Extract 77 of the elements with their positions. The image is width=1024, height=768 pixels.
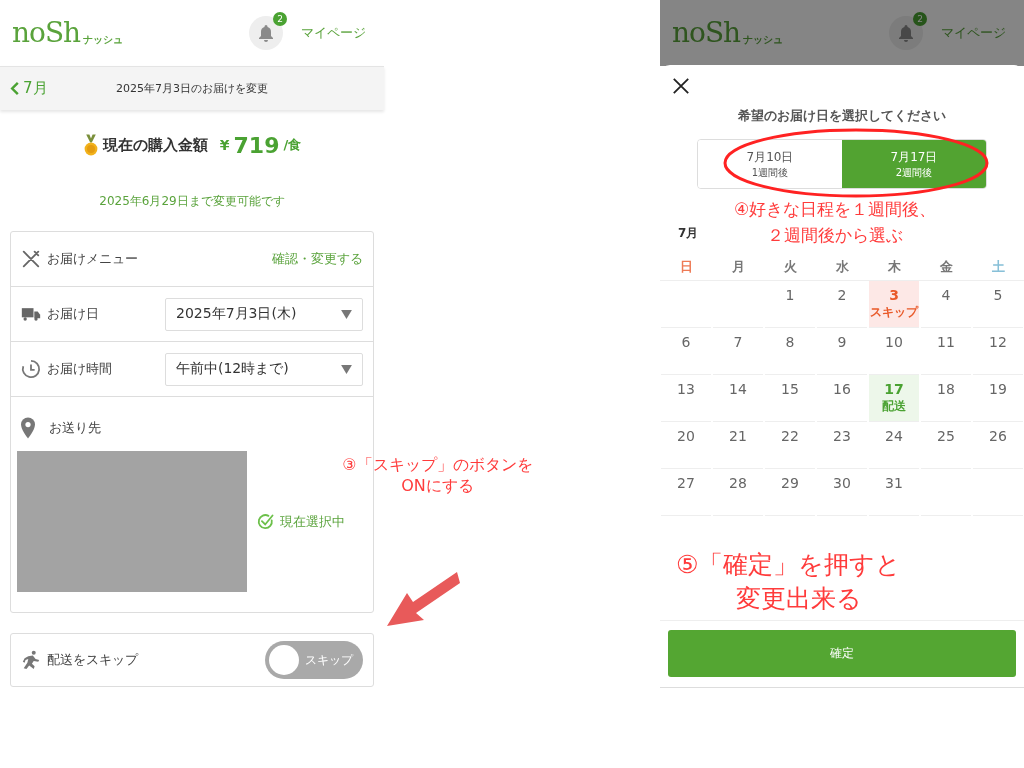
calendar-day[interactable]: 2 [817, 281, 867, 328]
menu-change-link[interactable]: 確認・変更する [272, 250, 363, 268]
dropdown-select[interactable]: 2025年7月3日(木) [165, 297, 363, 331]
notification-badge: 2 [913, 12, 927, 26]
calendar-day[interactable]: 25 [921, 422, 971, 469]
calendar-day[interactable]: 28 [713, 469, 763, 516]
calendar-day[interactable]: 13 [661, 375, 711, 422]
row-label: お届け日 [47, 305, 99, 323]
weekday-label: 金 [920, 258, 972, 281]
calendar-day[interactable]: 22 [765, 422, 815, 469]
calendar-day[interactable]: 27 [661, 469, 711, 516]
calendar-day[interactable]: 11 [921, 328, 971, 375]
mypage-link[interactable]: マイページ [301, 24, 366, 42]
confirm-button[interactable]: 確定 [668, 630, 1016, 677]
medal-icon [82, 133, 99, 157]
bell-icon [896, 23, 916, 43]
location-pin-icon [21, 417, 35, 439]
calendar-day[interactable]: 29 [765, 469, 815, 516]
calendar-day[interactable]: 31 [869, 469, 919, 516]
logo[interactable]: noSh [12, 19, 81, 47]
row-label: お届け時間 [47, 360, 112, 378]
calendar-day[interactable]: 9 [817, 328, 867, 375]
row-label: お送り先 [49, 419, 101, 437]
calendar-day[interactable]: 21 [713, 422, 763, 469]
row-label: 配送をスキップ [47, 651, 138, 669]
calendar-day[interactable]: 20 [661, 422, 711, 469]
calendar-day[interactable]: 16 [817, 375, 867, 422]
calendar-day[interactable]: 26 [973, 422, 1023, 469]
date-option-tab[interactable]: 7月17日 2週間後 [842, 140, 986, 188]
close-icon[interactable] [672, 77, 690, 95]
month-label: 7月 [678, 225, 699, 242]
weekday-label: 土 [972, 258, 1024, 281]
clock-icon [21, 359, 41, 379]
modal-title: 希望のお届け日を選択してください [737, 107, 947, 125]
annotation-text: ⑤「確定」を押すと 変更出来る [676, 549, 902, 615]
selected-status: 現在選択中 [280, 512, 345, 531]
calendar-day[interactable]: 24 [869, 422, 919, 469]
runner-icon [21, 650, 41, 670]
logo-subtitle: ナッシュ [743, 33, 784, 47]
back-link[interactable]: 7月 [10, 79, 48, 98]
weekday-label: 水 [816, 258, 868, 281]
weekday-label: 月 [712, 258, 764, 281]
cutlery-icon [21, 249, 41, 269]
delivery-day[interactable]: 17 配送 [869, 375, 919, 422]
calendar-day[interactable]: 7 [713, 328, 763, 375]
skipped-day[interactable]: 3 スキップ [869, 281, 919, 328]
notification-badge: 2 [273, 12, 287, 26]
annotation-text: ③「スキップ」のボタンを ONにする [341, 455, 534, 497]
calendar-day[interactable]: 8 [765, 328, 815, 375]
bell-icon [256, 23, 276, 43]
dropdown-arrow-icon [341, 309, 352, 319]
page-title: 2025年7月3日のお届けを変更 [116, 81, 268, 96]
price-label: 現在の購入金額 [102, 135, 208, 155]
dropdown-select[interactable]: 午前中(12時まで) [165, 352, 363, 386]
chevron-left-icon [10, 81, 20, 96]
dropdown-arrow-icon [341, 364, 352, 374]
calendar-day[interactable]: 18 [921, 375, 971, 422]
price-amount: 719 [233, 132, 280, 158]
annotation-text: ④好きな日程を１週間後、 ２週間後から選ぶ [732, 198, 938, 248]
row-label: お届けメニュー [47, 250, 138, 268]
currency-symbol: ¥ [219, 137, 230, 153]
weekday-label: 日 [660, 258, 712, 281]
calendar-day[interactable]: 19 [973, 375, 1023, 422]
calendar-day[interactable]: 4 [921, 281, 971, 328]
calendar-day[interactable]: 1 [765, 281, 815, 328]
weekday-label: 火 [764, 258, 816, 281]
calendar-day[interactable]: 6 [661, 328, 711, 375]
deadline-text: 2025年6月29日まで変更可能です [99, 193, 285, 210]
calendar-day[interactable]: 12 [973, 328, 1023, 375]
logo-subtitle: ナッシュ [83, 33, 124, 47]
calendar-day[interactable]: 30 [817, 469, 867, 516]
calendar-day[interactable]: 5 [973, 281, 1023, 328]
check-circle-icon [257, 512, 275, 531]
calendar-day[interactable]: 23 [817, 422, 867, 469]
calendar-day[interactable]: 14 [713, 375, 763, 422]
price-unit: /食 [283, 136, 302, 154]
calendar-day[interactable]: 15 [765, 375, 815, 422]
